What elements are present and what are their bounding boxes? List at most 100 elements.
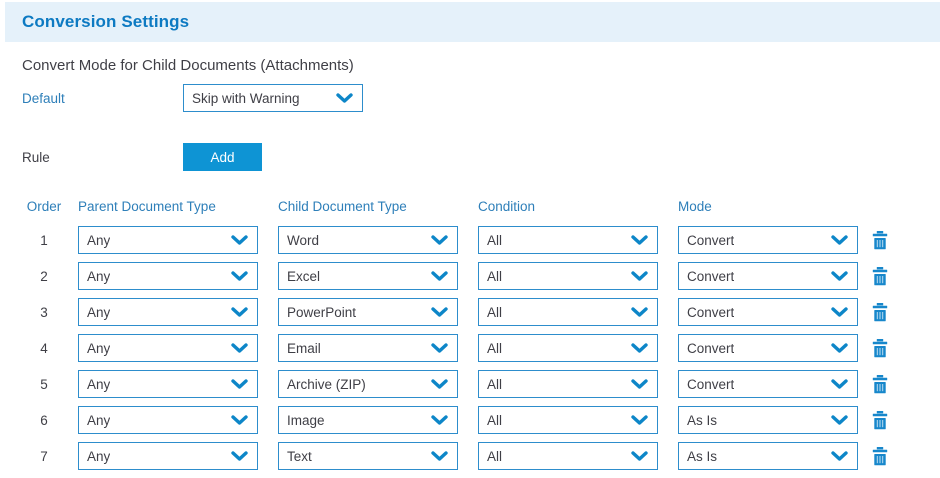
mode-value: Convert bbox=[687, 305, 734, 320]
child-document-type-value: PowerPoint bbox=[287, 305, 356, 320]
parent-document-type-dropdown[interactable]: Any bbox=[78, 298, 258, 326]
delete-rule-button[interactable] bbox=[866, 442, 894, 470]
condition-dropdown[interactable]: All bbox=[478, 226, 658, 254]
child-document-type-dropdown[interactable]: Excel bbox=[278, 262, 458, 290]
rule-label: Rule bbox=[22, 150, 183, 165]
parent-document-type-value: Any bbox=[87, 341, 110, 356]
mode-dropdown[interactable]: Convert bbox=[678, 226, 858, 254]
parent-document-type-value: Any bbox=[87, 377, 110, 392]
parent-document-type-dropdown[interactable]: Any bbox=[78, 334, 258, 362]
parent-document-type-dropdown[interactable]: Any bbox=[78, 370, 258, 398]
mode-dropdown[interactable]: As Is bbox=[678, 406, 858, 434]
chevron-down-icon bbox=[831, 235, 848, 246]
chevron-down-icon bbox=[831, 343, 848, 354]
parent-document-type-dropdown[interactable]: Any bbox=[78, 406, 258, 434]
rule-order-number: 1 bbox=[22, 233, 66, 248]
rules-table-header: Order Parent Document Type Child Documen… bbox=[22, 199, 940, 214]
condition-dropdown[interactable]: All bbox=[478, 370, 658, 398]
rule-order-number: 3 bbox=[22, 305, 66, 320]
panel-content: Convert Mode for Child Documents (Attach… bbox=[0, 56, 940, 470]
condition-value: All bbox=[487, 413, 502, 428]
column-header-child: Child Document Type bbox=[278, 199, 458, 214]
chevron-down-icon bbox=[631, 307, 648, 318]
parent-document-type-dropdown[interactable]: Any bbox=[78, 226, 258, 254]
mode-dropdown[interactable]: Convert bbox=[678, 262, 858, 290]
mode-dropdown[interactable]: Convert bbox=[678, 298, 858, 326]
mode-dropdown[interactable]: As Is bbox=[678, 442, 858, 470]
page-title: Conversion Settings bbox=[22, 12, 189, 32]
condition-value: All bbox=[487, 377, 502, 392]
chevron-down-icon bbox=[831, 379, 848, 390]
chevron-down-icon bbox=[431, 415, 448, 426]
delete-rule-button[interactable] bbox=[866, 226, 894, 254]
condition-dropdown[interactable]: All bbox=[478, 406, 658, 434]
mode-value: As Is bbox=[687, 449, 717, 464]
rule-order-number: 2 bbox=[22, 269, 66, 284]
child-document-type-dropdown[interactable]: Word bbox=[278, 226, 458, 254]
trash-icon bbox=[872, 267, 888, 286]
condition-value: All bbox=[487, 305, 502, 320]
rule-order-number: 6 bbox=[22, 413, 66, 428]
chevron-down-icon bbox=[231, 379, 248, 390]
chevron-down-icon bbox=[231, 343, 248, 354]
chevron-down-icon bbox=[631, 271, 648, 282]
parent-document-type-value: Any bbox=[87, 269, 110, 284]
condition-dropdown[interactable]: All bbox=[478, 298, 658, 326]
chevron-down-icon bbox=[431, 271, 448, 282]
rules-table-body: 1 Any Word All Convert bbox=[22, 226, 940, 470]
child-document-type-dropdown[interactable]: Text bbox=[278, 442, 458, 470]
condition-value: All bbox=[487, 233, 502, 248]
child-document-type-dropdown[interactable]: Image bbox=[278, 406, 458, 434]
child-document-type-dropdown[interactable]: Email bbox=[278, 334, 458, 362]
delete-rule-button[interactable] bbox=[866, 298, 894, 326]
child-document-type-value: Word bbox=[287, 233, 319, 248]
delete-rule-button[interactable] bbox=[866, 370, 894, 398]
chevron-down-icon bbox=[831, 415, 848, 426]
chevron-down-icon bbox=[631, 379, 648, 390]
condition-value: All bbox=[487, 449, 502, 464]
child-document-type-value: Text bbox=[287, 449, 312, 464]
rule-row: Rule Add bbox=[22, 143, 940, 171]
child-document-type-value: Image bbox=[287, 413, 325, 428]
parent-document-type-value: Any bbox=[87, 413, 110, 428]
child-document-type-value: Excel bbox=[287, 269, 320, 284]
trash-icon bbox=[872, 411, 888, 430]
condition-dropdown[interactable]: All bbox=[478, 262, 658, 290]
mode-value: Convert bbox=[687, 233, 734, 248]
table-row: 6 Any Image All As Is bbox=[22, 406, 940, 434]
chevron-down-icon bbox=[631, 415, 648, 426]
table-row: 7 Any Text All As Is bbox=[22, 442, 940, 470]
chevron-down-icon bbox=[431, 235, 448, 246]
chevron-down-icon bbox=[431, 451, 448, 462]
mode-value: Convert bbox=[687, 269, 734, 284]
child-document-type-dropdown[interactable]: PowerPoint bbox=[278, 298, 458, 326]
condition-dropdown[interactable]: All bbox=[478, 334, 658, 362]
parent-document-type-value: Any bbox=[87, 305, 110, 320]
parent-document-type-dropdown[interactable]: Any bbox=[78, 262, 258, 290]
add-rule-button[interactable]: Add bbox=[183, 143, 262, 171]
chevron-down-icon bbox=[631, 343, 648, 354]
child-document-type-value: Email bbox=[287, 341, 321, 356]
panel-header: Conversion Settings bbox=[5, 2, 940, 42]
table-row: 2 Any Excel All Convert bbox=[22, 262, 940, 290]
chevron-down-icon bbox=[631, 235, 648, 246]
default-mode-dropdown[interactable]: Skip with Warning bbox=[183, 84, 363, 112]
mode-value: Convert bbox=[687, 377, 734, 392]
column-header-mode: Mode bbox=[678, 199, 858, 214]
column-header-condition: Condition bbox=[478, 199, 658, 214]
delete-rule-button[interactable] bbox=[866, 262, 894, 290]
child-document-type-dropdown[interactable]: Archive (ZIP) bbox=[278, 370, 458, 398]
default-label: Default bbox=[22, 91, 183, 106]
parent-document-type-value: Any bbox=[87, 233, 110, 248]
delete-rule-button[interactable] bbox=[866, 406, 894, 434]
chevron-down-icon bbox=[336, 93, 353, 104]
chevron-down-icon bbox=[231, 271, 248, 282]
mode-dropdown[interactable]: Convert bbox=[678, 370, 858, 398]
delete-rule-button[interactable] bbox=[866, 334, 894, 362]
trash-icon bbox=[872, 303, 888, 322]
column-header-parent: Parent Document Type bbox=[78, 199, 258, 214]
parent-document-type-dropdown[interactable]: Any bbox=[78, 442, 258, 470]
mode-dropdown[interactable]: Convert bbox=[678, 334, 858, 362]
chevron-down-icon bbox=[431, 379, 448, 390]
condition-dropdown[interactable]: All bbox=[478, 442, 658, 470]
